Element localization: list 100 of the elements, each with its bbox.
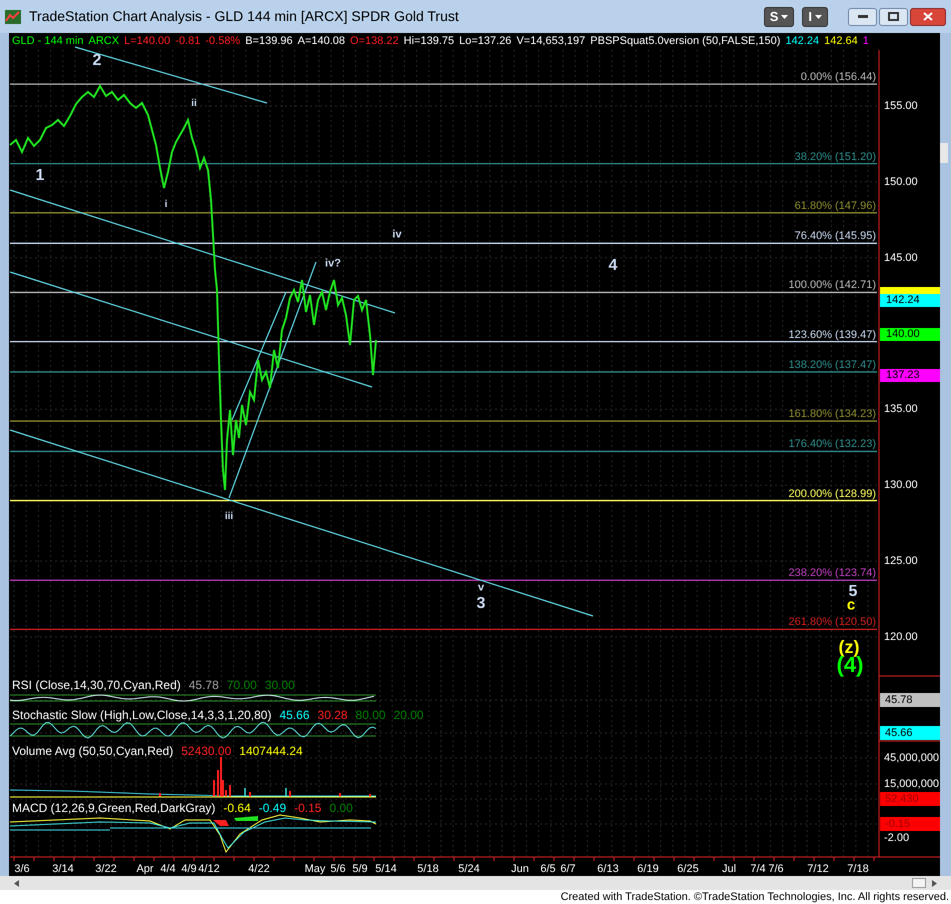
caret-icon [815, 14, 822, 18]
date-axis-label: 5/24 [458, 863, 480, 875]
date-axis-label: May [304, 863, 326, 875]
fib-label: 261.80% (120.50) [788, 616, 876, 628]
wave-label: 1 [36, 168, 44, 184]
indicator-name: Stochastic Slow (High,Low,Close,14,3,3,1,20,80) [12, 708, 272, 722]
date-axis-label: 6/19 [637, 863, 659, 875]
date-axis-label: Apr [136, 863, 154, 875]
fib-label: 123.60% (139.47) [788, 328, 876, 341]
quote-field: O=138.22 [350, 34, 399, 48]
price-marker: 137.23 [880, 369, 940, 382]
date-axis-label: 5/14 [375, 863, 397, 875]
wave-label: iv [392, 230, 402, 240]
indicator-value: 0.00 [329, 801, 353, 815]
fib-label: 100.00% (142.71) [788, 279, 876, 292]
indicator-axis-label: -2.00 [884, 832, 910, 844]
quote-field: GLD - 144 min [12, 34, 84, 48]
close-button[interactable] [910, 8, 946, 26]
quote-field: 142.64 [824, 34, 858, 48]
quote-field: L=140.00 [124, 34, 170, 48]
price-marker: 142.24 [880, 294, 940, 307]
date-axis-label: 7/12 [807, 863, 829, 875]
quote-field: -0.58% [205, 34, 240, 48]
caret-icon [781, 14, 788, 18]
indicator-value: -0.15 [294, 801, 322, 815]
wave-label: iii [224, 512, 234, 522]
quote-field: Lo=137.26 [459, 34, 512, 48]
price-axis-label: 120.00 [884, 630, 918, 643]
wave-label: 4 [608, 258, 618, 274]
price-axis-label: 130.00 [884, 479, 918, 492]
quote-field: Hi=139.75 [404, 34, 454, 48]
fib-label: 238.20% (123.74) [788, 567, 876, 580]
indicator-marker: 52,430 [880, 792, 940, 806]
date-axis-label: 7/6 [768, 863, 784, 875]
date-axis-label: 4/12 [198, 863, 220, 875]
date-axis-label: 7/18 [847, 863, 869, 875]
wave-label: ii [191, 99, 197, 109]
quote-field: A=140.08 [298, 34, 346, 48]
indicator-name: Volume Avg (50,50,Cyan,Red) [12, 744, 174, 758]
quote-field: PBSPSquat5.0version (50,FALSE,150) [590, 34, 780, 48]
fib-label: 176.40% (132.23) [788, 438, 876, 450]
fib-label: 200.00% (128.99) [788, 488, 876, 500]
indicator-name: RSI (Close,14,30,70,Cyan,Red) [12, 678, 181, 692]
date-axis-label: 4/22 [248, 863, 270, 875]
app-icon [5, 10, 21, 24]
date-axis-label: 6/7 [560, 863, 576, 875]
date-axis-label: 6/25 [677, 863, 699, 875]
date-axis-label: Jul [722, 863, 736, 875]
wave-label: 5 [848, 584, 858, 600]
fib-label: 61.80% (147.96) [794, 200, 876, 212]
wave-label: (z) [838, 638, 860, 656]
vertical-scrollbar[interactable] [940, 143, 948, 163]
window-title: TradeStation Chart Analysis - GLD 144 min [ARCX] SPDR Gold Trust [29, 7, 459, 26]
wave-label: 3 [476, 596, 486, 612]
indicator-axis-label: 15,000,000 [884, 778, 940, 790]
fib-label: 138.20% (137.47) [788, 358, 876, 371]
quote-field: B=139.96 [245, 34, 293, 48]
date-axis-label: 3/22 [95, 863, 117, 875]
wave-label: v [478, 582, 484, 594]
date-axis-label: 7/4 [750, 863, 766, 875]
date-axis-label: 5/9 [352, 863, 368, 875]
date-axis-label: 3/6 [14, 863, 30, 875]
date-axis-label: 3/14 [52, 863, 74, 875]
indicator-value: 20.00 [394, 708, 424, 722]
indicator-value: 30.28 [318, 708, 348, 722]
wave-label: i [164, 200, 168, 210]
copyright-text: Created with TradeStation. ©TradeStation Technologies, Inc. All rights reserved. [560, 890, 949, 904]
maximize-icon [888, 12, 899, 21]
fib-label: 38.20% (151.20) [794, 150, 876, 163]
quote-field: 142.24 [785, 34, 820, 48]
date-axis-label: 6/13 [597, 863, 619, 875]
indicator-value: -0.64 [223, 801, 251, 815]
fib-label: 0.00% (156.44) [800, 71, 876, 84]
indicator-value: 45.66 [279, 708, 310, 722]
indicator-value: 45.78 [188, 678, 219, 692]
fib-label: 161.80% (134.23) [788, 408, 876, 420]
quote-field: 1 [862, 34, 869, 48]
toolbar-button[interactable]: S [764, 6, 794, 26]
indicator-marker: 45.78 [880, 693, 940, 707]
scrollbar-thumb[interactable] [912, 878, 926, 888]
scroll-left-icon[interactable] [14, 880, 19, 886]
price-marker: 140.00 [880, 328, 940, 341]
quote-field: ARCX [88, 34, 120, 48]
indicator-name: MACD (12,26,9,Green,Red,DarkGray) [12, 801, 216, 815]
maximize-button[interactable] [879, 8, 908, 26]
fib-label: 76.40% (145.95) [794, 230, 876, 242]
price-axis-label: 150.00 [884, 176, 918, 188]
date-axis-label: 5/18 [417, 863, 439, 875]
scroll-right-icon[interactable] [932, 880, 937, 886]
wave-label: 2 [92, 53, 102, 69]
minimize-button[interactable] [848, 8, 877, 26]
indicator-value: 52430.00 [181, 744, 232, 758]
price-axis-label: 155.00 [884, 100, 918, 112]
close-icon [923, 12, 933, 21]
price-axis-label: 145.00 [884, 252, 918, 264]
indicator-marker: 45.66 [880, 726, 940, 740]
date-axis-label: 6/5 [540, 863, 556, 875]
minimize-icon [858, 15, 868, 18]
toolbar-button[interactable]: I [802, 6, 828, 26]
date-axis-label: 4/4 [160, 863, 176, 875]
